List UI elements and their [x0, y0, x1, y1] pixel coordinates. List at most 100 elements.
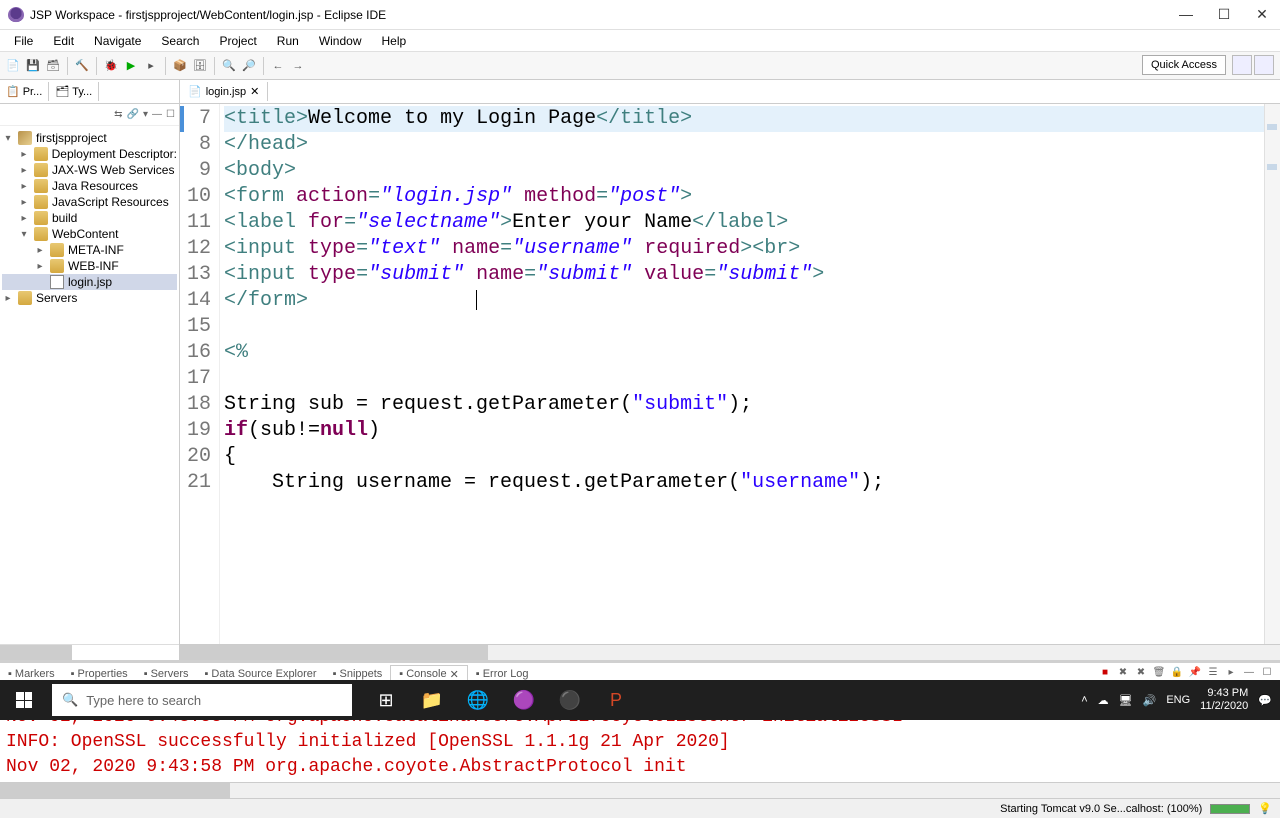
build-button[interactable]: 🔨 [73, 57, 91, 75]
eclipse-task-icon[interactable]: 🟣 [502, 680, 546, 720]
forward-button[interactable]: → [289, 57, 307, 75]
run-button[interactable]: ▶ [122, 57, 140, 75]
tree-item-build[interactable]: ▸build [2, 210, 177, 226]
close-tab-icon[interactable]: ✕ [450, 668, 459, 681]
taskbar-search[interactable]: 🔍 Type here to search [52, 684, 352, 716]
run-last-button[interactable]: ▸ [142, 57, 160, 75]
statusbar: Starting Tomcat v9.0 Se...calhost: (100%… [0, 798, 1280, 818]
save-button[interactable]: 💾 [24, 57, 42, 75]
windows-taskbar: 🔍 Type here to search ⊞ 📁 🌐 🟣 ⚫ P ˄ ☁ 🖥 … [0, 680, 1280, 720]
notifications-icon[interactable]: 💬 [1258, 694, 1272, 707]
collapse-all-icon[interactable]: ⇆ [114, 109, 122, 120]
open-console-icon[interactable]: ▸ [1224, 667, 1238, 681]
overview-ruler[interactable] [1264, 104, 1280, 644]
pin-console-icon[interactable]: 📌 [1188, 667, 1202, 681]
tray-chevron-icon[interactable]: ˄ [1081, 694, 1087, 706]
tree-item-login-jsp[interactable]: login.jsp [2, 274, 177, 290]
clear-console-icon[interactable]: 🗑 [1152, 667, 1166, 681]
line-number-gutter: 789101112131415161718192021 [180, 104, 220, 644]
explorer-hscroll[interactable] [0, 644, 179, 660]
start-button[interactable] [0, 680, 48, 720]
onedrive-icon[interactable]: ☁ [1098, 694, 1109, 707]
progress-bar [1210, 804, 1250, 814]
window-title: JSP Workspace - firstjspproject/WebConte… [30, 8, 1176, 22]
tree-item-firstjspproject[interactable]: ▾firstjspproject [2, 130, 177, 146]
new-button[interactable]: 📄 [4, 57, 22, 75]
debug-button[interactable]: 🐞 [102, 57, 120, 75]
remove-launch-icon[interactable]: ✖ [1116, 667, 1130, 681]
new-server-button[interactable]: 📦 [171, 57, 189, 75]
code-area[interactable]: <title>Welcome to my Login Page</title><… [220, 104, 1264, 644]
tree-item-servers[interactable]: ▸Servers [2, 290, 177, 306]
clock[interactable]: 9:43 PM 11/2/2020 [1200, 687, 1248, 713]
maximize-view-icon[interactable]: ☐ [166, 109, 175, 120]
back-button[interactable]: ← [269, 57, 287, 75]
titlebar: JSP Workspace - firstjspproject/WebConte… [0, 0, 1280, 30]
save-all-button[interactable]: 🗃 [44, 57, 62, 75]
perspective-switcher[interactable] [1232, 55, 1274, 75]
tree-item-web-inf[interactable]: ▸WEB-INF [2, 258, 177, 274]
tree-item-jax-ws-web-services[interactable]: ▸JAX-WS Web Services [2, 162, 177, 178]
view-menu-icon[interactable]: ▾ [143, 109, 148, 120]
current-line-indicator [180, 106, 184, 132]
task-view-icon[interactable]: ⊞ [364, 680, 408, 720]
console-actions: ■ ✖ ✖ 🗑 🔒 📌 ☰ ▸ — ☐ [1098, 667, 1274, 681]
menu-project[interactable]: Project [211, 32, 264, 50]
editor-tab-label: login.jsp [206, 86, 246, 98]
menubar: File Edit Navigate Search Project Run Wi… [0, 30, 1280, 52]
project-tree[interactable]: ▾firstjspproject▸Deployment Descriptor:▸… [0, 126, 179, 644]
maximize-button[interactable]: ☐ [1214, 6, 1234, 23]
menu-run[interactable]: Run [269, 32, 307, 50]
volume-icon[interactable]: 🔊 [1143, 694, 1157, 707]
tree-item-deployment-descriptor-[interactable]: ▸Deployment Descriptor: [2, 146, 177, 162]
scroll-lock-icon[interactable]: 🔒 [1170, 667, 1184, 681]
console-hscroll[interactable] [0, 782, 1280, 798]
minimize-panel-icon[interactable]: — [1242, 667, 1256, 681]
search-placeholder: Type here to search [86, 693, 201, 708]
editor-tab-loginjsp[interactable]: 📄 login.jsp ✕ [180, 82, 268, 101]
search-button[interactable]: 🔎 [240, 57, 258, 75]
menu-file[interactable]: File [6, 32, 41, 50]
powerpoint-icon[interactable]: P [594, 680, 638, 720]
explorer-tab-project[interactable]: 📋 Pr... [0, 82, 49, 101]
menu-navigate[interactable]: Navigate [86, 32, 149, 50]
obs-icon[interactable]: ⚫ [548, 680, 592, 720]
jsp-file-icon: 📄 [188, 85, 202, 98]
close-tab-icon[interactable]: ✕ [250, 85, 259, 98]
terminate-icon[interactable]: ■ [1098, 667, 1112, 681]
minimize-view-icon[interactable]: — [152, 109, 162, 120]
project-explorer: 📋 Pr... 🗂 Ty... ⇆ 🔗 ▾ — ☐ ▾firstjspproje… [0, 80, 180, 660]
system-tray[interactable]: ˄ ☁ 🖥 🔊 ENG 9:43 PM 11/2/2020 💬 [1081, 687, 1280, 713]
tree-item-java-resources[interactable]: ▸Java Resources [2, 178, 177, 194]
explorer-toolbar: ⇆ 🔗 ▾ — ☐ [0, 104, 179, 126]
open-type-button[interactable]: 🔍 [220, 57, 238, 75]
menu-edit[interactable]: Edit [45, 32, 82, 50]
toolbar: 📄 💾 🗃 🔨 🐞 ▶ ▸ 📦 🗄 🔍 🔎 ← → Quick Access [0, 52, 1280, 80]
tree-item-meta-inf[interactable]: ▸META-INF [2, 242, 177, 258]
tip-icon[interactable]: 💡 [1258, 802, 1272, 815]
link-editor-icon[interactable]: 🔗 [127, 109, 139, 120]
file-explorer-icon[interactable]: 📁 [410, 680, 454, 720]
lang-indicator[interactable]: ENG [1166, 694, 1190, 706]
quick-access[interactable]: Quick Access [1142, 55, 1226, 75]
menu-window[interactable]: Window [311, 32, 370, 50]
editor: 📄 login.jsp ✕ 78910111213141516171819202… [180, 80, 1280, 660]
display-selected-icon[interactable]: ☰ [1206, 667, 1220, 681]
close-button[interactable]: ✕ [1252, 6, 1272, 23]
search-icon: 🔍 [62, 692, 78, 708]
menu-help[interactable]: Help [374, 32, 415, 50]
new-db-button[interactable]: 🗄 [191, 57, 209, 75]
menu-search[interactable]: Search [153, 32, 207, 50]
tree-item-webcontent[interactable]: ▾WebContent [2, 226, 177, 242]
explorer-tab-type[interactable]: 🗂 Ty... [49, 82, 99, 101]
network-icon[interactable]: 🖥 [1119, 694, 1133, 707]
editor-hscroll[interactable] [180, 644, 1280, 660]
remove-all-icon[interactable]: ✖ [1134, 667, 1148, 681]
minimize-button[interactable]: — [1176, 6, 1196, 23]
maximize-panel-icon[interactable]: ☐ [1260, 667, 1274, 681]
main-area: 📋 Pr... 🗂 Ty... ⇆ 🔗 ▾ — ☐ ▾firstjspproje… [0, 80, 1280, 660]
edge-icon[interactable]: 🌐 [456, 680, 500, 720]
tree-item-javascript-resources[interactable]: ▸JavaScript Resources [2, 194, 177, 210]
status-text: Starting Tomcat v9.0 Se...calhost: (100%… [1000, 803, 1202, 815]
eclipse-icon [8, 7, 24, 23]
